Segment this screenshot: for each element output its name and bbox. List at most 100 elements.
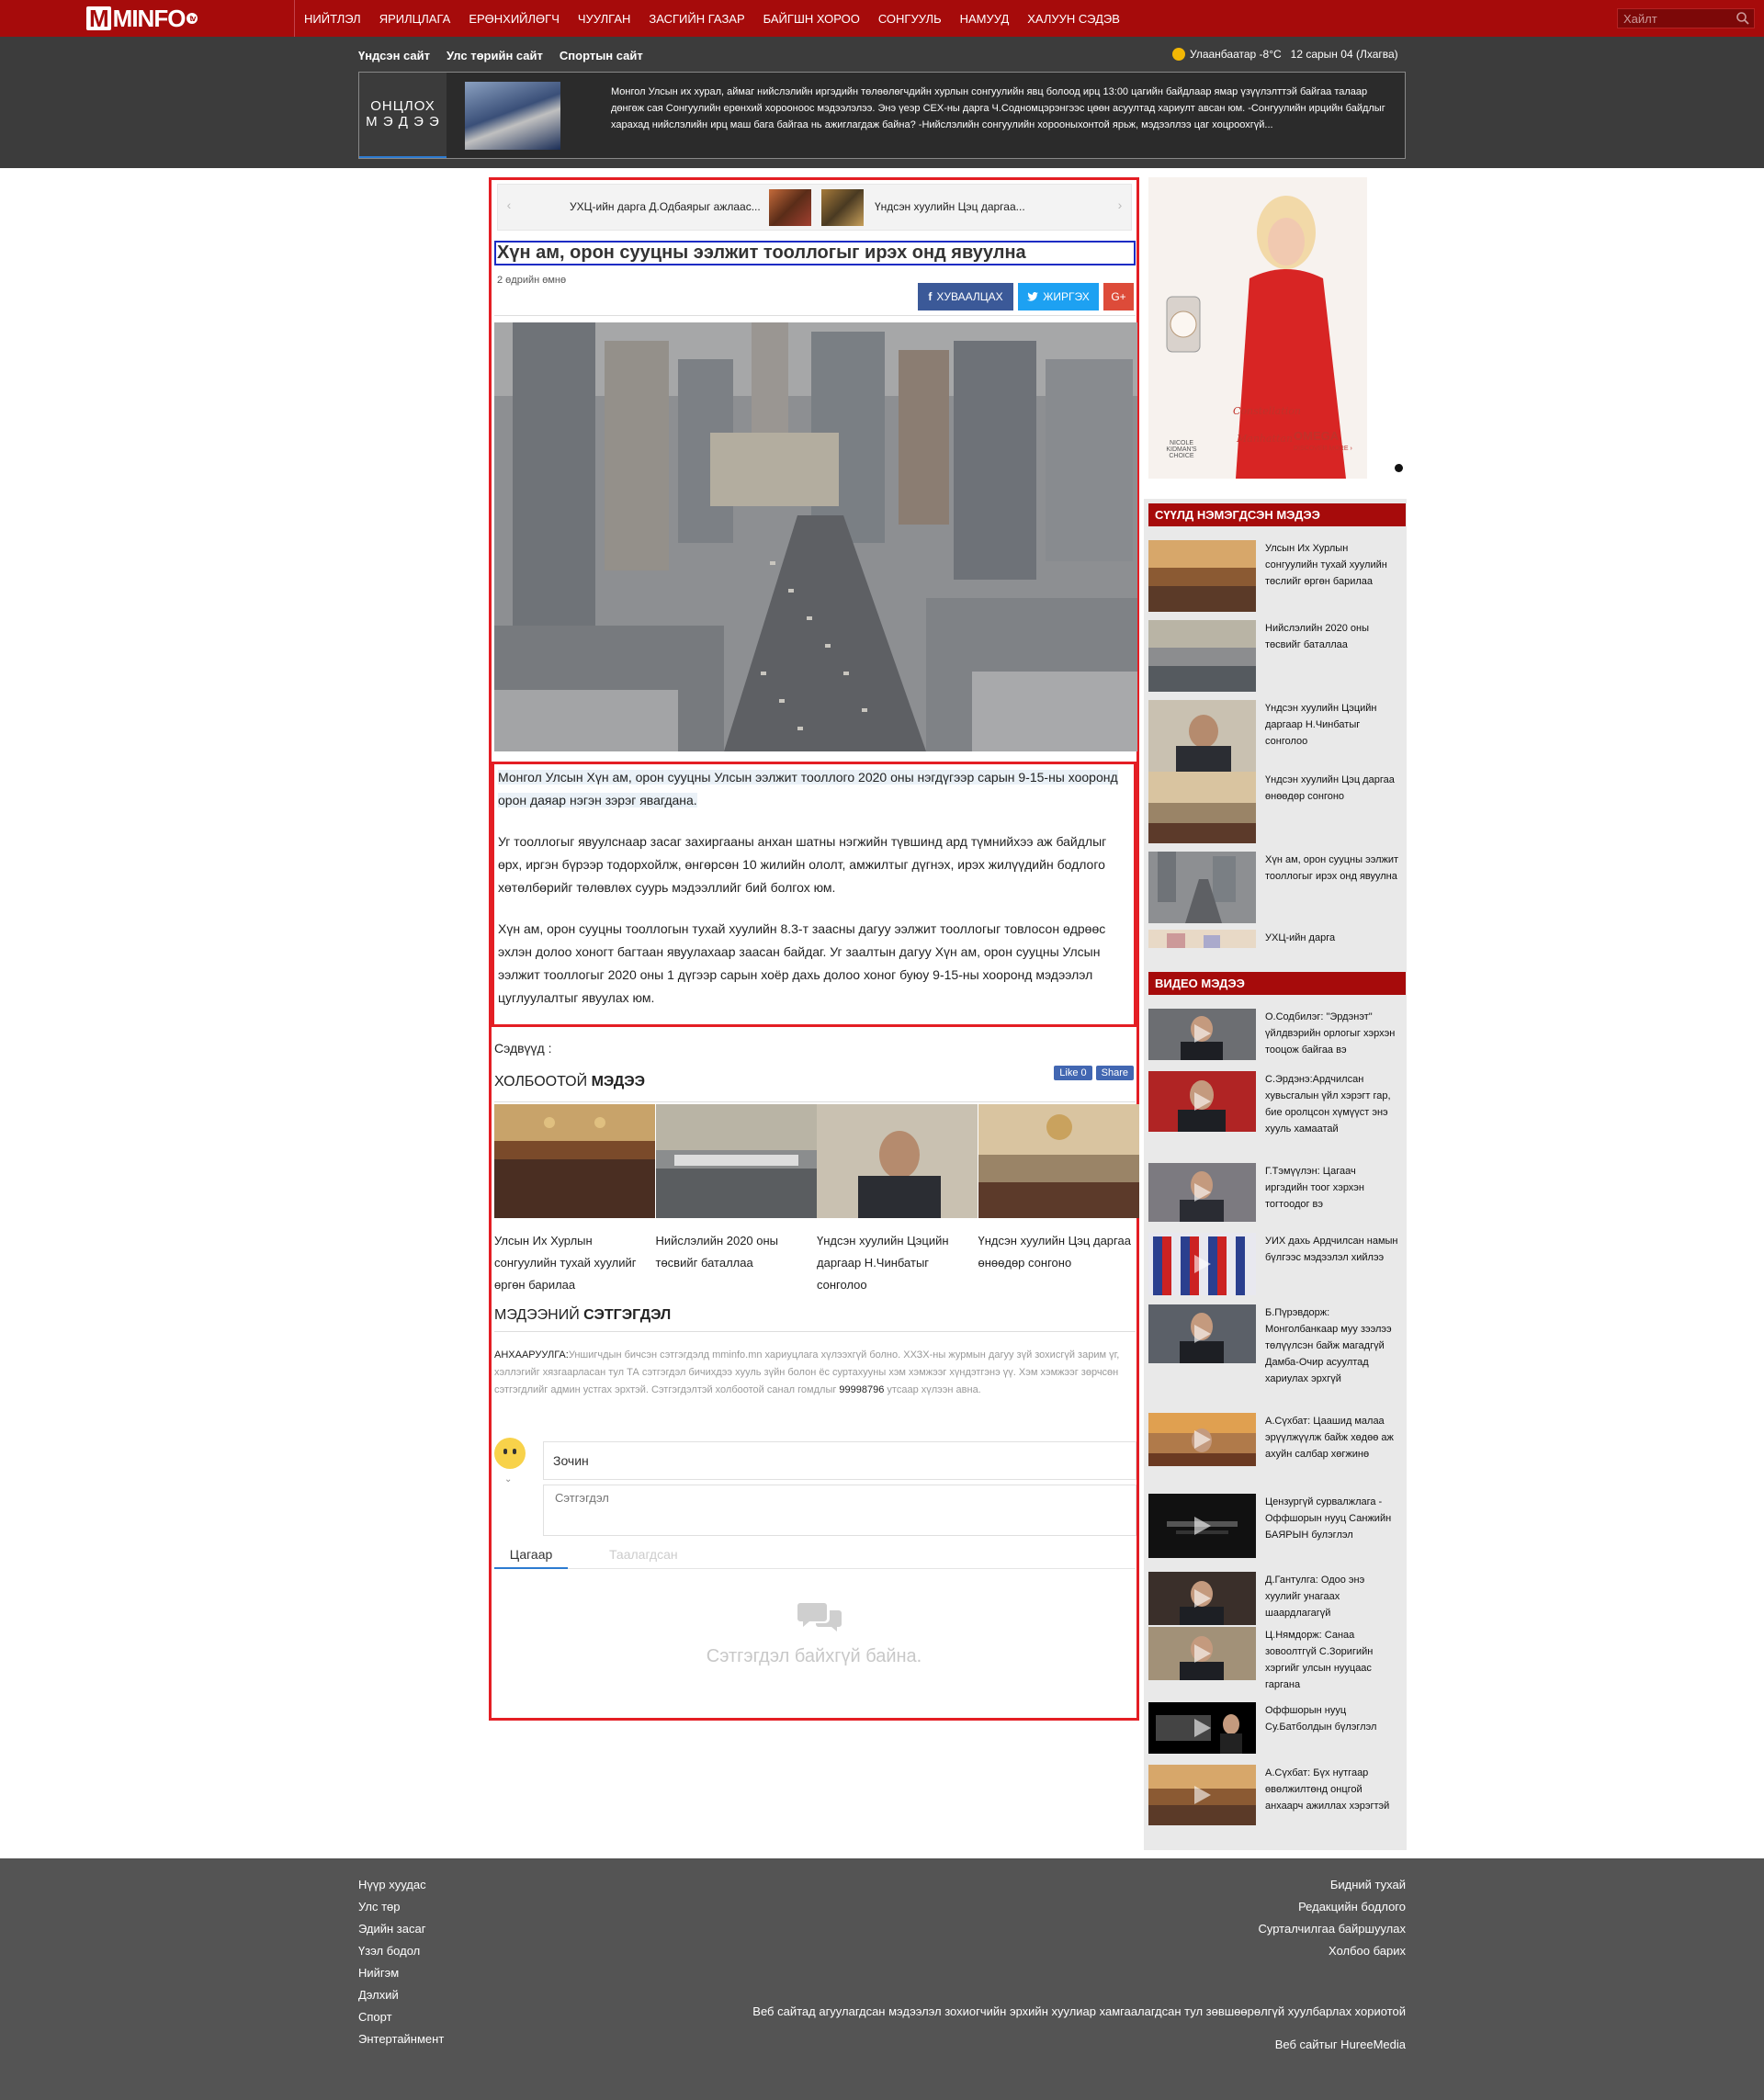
nav-item[interactable]: БАЙГШН ХОРОО bbox=[763, 12, 860, 26]
latest-item[interactable]: Үндсэн хуулийн Цэцийн даргаар Н.Чинбатыг… bbox=[1148, 700, 1406, 773]
related-title[interactable]: Үндсэн хуулийн Цэцийн даргаар Н.Чинбатыг… bbox=[817, 1223, 978, 1296]
latest-thumbnail[interactable] bbox=[1148, 930, 1256, 948]
latest-thumbnail[interactable] bbox=[1148, 700, 1256, 772]
video-item[interactable]: О.Содбилэг: "Эрдэнэт" үйлдвэрийн орлогыг… bbox=[1148, 1009, 1406, 1064]
related-thumbnail[interactable] bbox=[655, 1104, 817, 1218]
latest-title[interactable]: Үндсэн хуулийн Цэц даргаа өнөөдөр сонгон… bbox=[1265, 772, 1401, 805]
nav-item[interactable]: НИЙТЛЭЛ bbox=[304, 12, 361, 26]
breaking-thumbnail[interactable] bbox=[465, 82, 560, 150]
latest-thumbnail[interactable] bbox=[1148, 772, 1256, 843]
related-card[interactable]: Үндсэн хуулийн Цэц даргаа өнөөдөр сонгон… bbox=[978, 1104, 1140, 1296]
video-item[interactable]: А.Сүхбат: Бүх нутгаар өвөлжилтөнд онцгой… bbox=[1148, 1765, 1406, 1838]
nav-item[interactable]: ЧУУЛГАН bbox=[578, 12, 631, 26]
latest-title[interactable]: Хүн ам, орон сууцны ээлжит тооллогыг ирэ… bbox=[1265, 852, 1401, 885]
breaking-news[interactable]: ОНЦЛОХ М Э Д Э Э Монгол Улсын их хурал, … bbox=[358, 72, 1406, 159]
fb-share-button[interactable]: Share bbox=[1095, 1066, 1134, 1080]
related-card[interactable]: Үндсэн хуулийн Цэцийн даргаар Н.Чинбатыг… bbox=[817, 1104, 978, 1296]
fb-like-button[interactable]: Like 0 bbox=[1054, 1066, 1092, 1080]
latest-item[interactable]: Үндсэн хуулийн Цэц даргаа өнөөдөр сонгон… bbox=[1148, 772, 1406, 845]
video-item[interactable]: С.Эрдэнэ:Ардчилсан хувьсгалын үйл хэрэгт… bbox=[1148, 1071, 1406, 1154]
comment-textarea[interactable] bbox=[543, 1485, 1136, 1536]
related-thumbnail[interactable] bbox=[817, 1104, 978, 1218]
twitter-share-button[interactable]: ЖИРГЭХ bbox=[1018, 283, 1099, 310]
play-icon[interactable] bbox=[1187, 1179, 1215, 1206]
play-icon[interactable] bbox=[1187, 1088, 1215, 1115]
footer-powered-by[interactable]: Веб сайтыг HureeMedia bbox=[1275, 2038, 1406, 2051]
slider-thumbnail[interactable] bbox=[769, 189, 811, 226]
latest-thumbnail[interactable] bbox=[1148, 852, 1256, 923]
footer-link[interactable]: Редакцийн бодлого bbox=[1258, 1900, 1406, 1922]
site-link[interactable]: Үндсэн сайт bbox=[358, 49, 430, 62]
latest-title[interactable]: УХЦ-ийн дарга bbox=[1265, 930, 1401, 946]
video-item[interactable]: Ц.Нямдорж: Санаа зовоолтгүй С.Зоригийн х… bbox=[1148, 1627, 1406, 1700]
latest-item[interactable]: Хүн ам, орон сууцны ээлжит тооллогыг ирэ… bbox=[1148, 852, 1406, 925]
search-icon[interactable] bbox=[1736, 11, 1750, 26]
site-link[interactable]: Спортын сайт bbox=[560, 49, 643, 62]
latest-thumbnail[interactable] bbox=[1148, 540, 1256, 612]
video-item[interactable]: Оффшорын нууц Су.Батболдын бүлэглэл bbox=[1148, 1702, 1406, 1757]
name-field[interactable] bbox=[543, 1441, 1136, 1480]
video-item[interactable]: Г.Тэмүүлэн: Цагаач иргэдийн тоог хэрхэн … bbox=[1148, 1163, 1406, 1225]
slider-item[interactable]: УХЦ-ийн дарга Д.Одбаярыг ажлаас... bbox=[570, 200, 761, 213]
site-logo[interactable]: M MINFO tv bbox=[86, 5, 198, 32]
nav-item[interactable]: ЗАСГИЙН ГАЗАР bbox=[649, 12, 744, 26]
footer-link[interactable]: Нүүр хуудас bbox=[358, 1878, 444, 1900]
footer-link[interactable]: Бидний тухай bbox=[1258, 1878, 1406, 1900]
play-icon[interactable] bbox=[1187, 1020, 1215, 1047]
slider-thumbnail[interactable] bbox=[821, 189, 864, 226]
play-icon[interactable] bbox=[1187, 1585, 1215, 1612]
nav-item[interactable]: НАМУУД bbox=[960, 12, 1010, 26]
video-title[interactable]: Д.Гантулга: Одоо энэ хуулийг унагаах шаа… bbox=[1265, 1572, 1401, 1621]
ad-pager-dot[interactable] bbox=[1395, 464, 1403, 472]
video-title[interactable]: А.Сүхбат: Цаашид малаа эрүүлжүүлж байж х… bbox=[1265, 1413, 1401, 1462]
video-title[interactable]: Цензургүй сурвалжлага - Оффшорын нууц Са… bbox=[1265, 1494, 1401, 1543]
nav-item[interactable]: ХАЛУУН СЭДЭВ bbox=[1027, 12, 1120, 26]
video-title[interactable]: Б.Пүрэвдорж: Монголбанкаар муу зээлээ тө… bbox=[1265, 1304, 1401, 1387]
latest-item[interactable]: Улсын Их Хурлын сонгуулийн тухай хуулийн… bbox=[1148, 540, 1406, 614]
video-title[interactable]: Ц.Нямдорж: Санаа зовоолтгүй С.Зоригийн х… bbox=[1265, 1627, 1401, 1693]
tab-newest[interactable]: Цагаар bbox=[494, 1547, 568, 1569]
google-plus-button[interactable]: G+ bbox=[1103, 283, 1134, 310]
video-item[interactable]: А.Сүхбат: Цаашид малаа эрүүлжүүлж байж х… bbox=[1148, 1413, 1406, 1486]
latest-title[interactable]: Улсын Их Хурлын сонгуулийн тухай хуулийн… bbox=[1265, 540, 1401, 590]
nav-item[interactable]: СОНГУУЛЬ bbox=[878, 12, 942, 26]
footer-link[interactable]: Үзэл бодол bbox=[358, 1944, 444, 1966]
related-thumbnail[interactable] bbox=[978, 1104, 1139, 1218]
latest-item[interactable]: УХЦ-ийн дарга bbox=[1148, 930, 1406, 952]
play-icon[interactable] bbox=[1187, 1320, 1215, 1348]
footer-link[interactable]: Эдийн засаг bbox=[358, 1922, 444, 1944]
ad-cta[interactable]: DISCOVER MORE › bbox=[1294, 446, 1352, 452]
nav-item[interactable]: ЯРИЛЦЛАГА bbox=[379, 12, 451, 26]
slider-prev-icon[interactable]: ‹ bbox=[502, 198, 516, 212]
video-item[interactable]: УИХ дахь Ардчилсан намын бүлгээс мэдээлэ… bbox=[1148, 1233, 1406, 1297]
nav-item[interactable]: ЕРӨНХИЙЛӨГЧ bbox=[469, 12, 560, 26]
footer-link[interactable]: Энтертайнмент bbox=[358, 2032, 444, 2054]
sidebar-advertisement[interactable]: Constellation Manhattan OMEGA DISCOVER M… bbox=[1148, 177, 1367, 479]
related-title[interactable]: Улсын Их Хурлын сонгуулийн тухай хуулийг… bbox=[494, 1223, 656, 1296]
latest-item[interactable]: Нийслэлийн 2020 оны төсвийг баталлаа bbox=[1148, 620, 1406, 694]
tab-liked[interactable]: Таалагдсан bbox=[609, 1547, 678, 1562]
facebook-share-button[interactable]: f ХУВААЛЦАХ bbox=[918, 283, 1013, 310]
video-item[interactable]: Б.Пүрэвдорж: Монголбанкаар муу зээлээ тө… bbox=[1148, 1304, 1406, 1406]
play-icon[interactable] bbox=[1187, 1512, 1215, 1540]
video-title[interactable]: А.Сүхбат: Бүх нутгаар өвөлжилтөнд онцгой… bbox=[1265, 1765, 1401, 1814]
chevron-down-icon[interactable]: ⌄ bbox=[504, 1474, 512, 1485]
play-icon[interactable] bbox=[1187, 1250, 1215, 1278]
play-icon[interactable] bbox=[1187, 1781, 1215, 1809]
slider-next-icon[interactable]: › bbox=[1113, 198, 1127, 212]
video-item[interactable]: Цензургүй сурвалжлага - Оффшорын нууц Са… bbox=[1148, 1494, 1406, 1567]
latest-title[interactable]: Үндсэн хуулийн Цэцийн даргаар Н.Чинбатыг… bbox=[1265, 700, 1401, 750]
latest-title[interactable]: Нийслэлийн 2020 оны төсвийг баталлаа bbox=[1265, 620, 1401, 653]
footer-link[interactable]: Нийгэм bbox=[358, 1966, 444, 1988]
play-icon[interactable] bbox=[1187, 1714, 1215, 1742]
slider-item[interactable]: Үндсэн хуулийн Цэц даргаа... bbox=[875, 200, 1025, 213]
footer-link[interactable]: Сурталчилгаа байршуулах bbox=[1258, 1922, 1406, 1944]
video-title[interactable]: С.Эрдэнэ:Ардчилсан хувьсгалын үйл хэрэгт… bbox=[1265, 1071, 1401, 1137]
play-icon[interactable] bbox=[1187, 1426, 1215, 1453]
emoji-avatar-icon[interactable] bbox=[494, 1438, 526, 1469]
video-title[interactable]: УИХ дахь Ардчилсан намын бүлгээс мэдээлэ… bbox=[1265, 1233, 1401, 1266]
search-input[interactable] bbox=[1618, 9, 1728, 28]
footer-link[interactable]: Спорт bbox=[358, 2010, 444, 2032]
video-title[interactable]: Оффшорын нууц Су.Батболдын бүлэглэл bbox=[1265, 1702, 1401, 1735]
site-link[interactable]: Улс төрийн сайт bbox=[447, 49, 543, 62]
